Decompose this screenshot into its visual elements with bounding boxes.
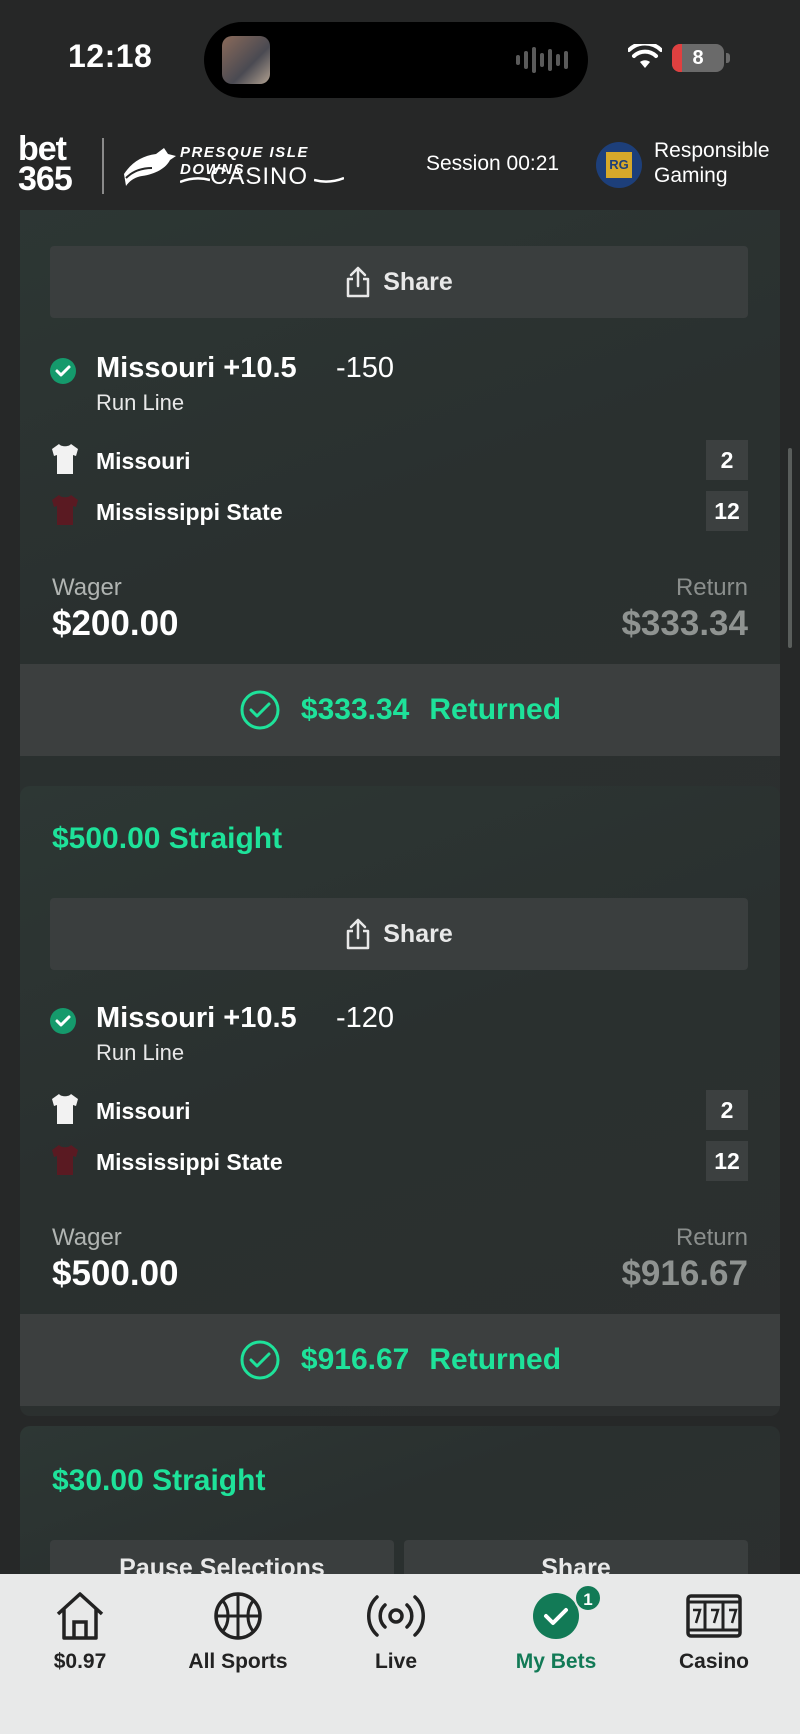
- nav-all-sports[interactable]: All Sports: [158, 1586, 318, 1686]
- jersey-icon: [52, 1094, 78, 1124]
- bets-list[interactable]: Share Missouri +10.5 -150 Run Line Misso…: [0, 210, 800, 1574]
- media-thumbnail: [222, 36, 270, 84]
- selection-name: Missouri +10.5: [96, 352, 297, 384]
- check-icon: [50, 1008, 76, 1034]
- basketball-icon: [214, 1592, 262, 1640]
- battery-level: 8: [692, 47, 704, 69]
- logo-divider: [102, 138, 104, 194]
- battery-icon: 8: [672, 44, 724, 72]
- responsible-gaming-icon[interactable]: RG: [596, 142, 642, 188]
- share-button[interactable]: Share: [50, 898, 748, 970]
- team-name: Mississippi State: [96, 499, 283, 525]
- team-score: 12: [706, 491, 748, 531]
- jersey-icon: [52, 444, 78, 474]
- return-amount: $916.67: [621, 1254, 748, 1293]
- swoosh-right-icon: [314, 176, 344, 183]
- check-icon: [50, 358, 76, 384]
- nav-my-bets[interactable]: 1 My Bets: [476, 1584, 636, 1686]
- bet365-logo[interactable]: bet 365: [18, 132, 84, 196]
- app-header: bet 365 PRESQUE ISLE DOWNS CASINO Sessio…: [0, 120, 800, 210]
- share-button[interactable]: Share: [404, 1540, 748, 1574]
- return-label: Return: [675, 1224, 748, 1251]
- return-amount: $333.34: [621, 604, 748, 643]
- bet-card: $30.00 Straight Pause Selections Share: [20, 1426, 780, 1574]
- home-icon: [56, 1592, 104, 1640]
- bets-count-badge: 1: [574, 1584, 602, 1612]
- selection-name: Missouri +10.5: [96, 1002, 297, 1034]
- audio-wave-icon: [516, 46, 568, 74]
- share-icon: [347, 266, 370, 298]
- bet-card: $500.00 Straight Share Missouri +10.5 -1…: [20, 786, 780, 1416]
- return-label: Return: [675, 574, 748, 601]
- wager-amount: $200.00: [52, 604, 179, 643]
- dynamic-island: [204, 22, 588, 98]
- responsible-gaming-link[interactable]: Responsible Gaming: [654, 138, 800, 188]
- session-timer: Session 00:21: [426, 152, 560, 175]
- returned-status-bar: $916.67 Returned: [20, 1314, 780, 1406]
- team-score: 12: [706, 1141, 748, 1181]
- pause-selections-button[interactable]: Pause Selections: [50, 1540, 394, 1574]
- live-broadcast-icon: [367, 1595, 425, 1637]
- share-button[interactable]: Share: [50, 246, 748, 318]
- slot-machine-icon: [686, 1594, 742, 1638]
- team-name: Missouri: [96, 1098, 191, 1124]
- swoosh-left-icon: [180, 177, 210, 184]
- team-score: 2: [706, 440, 748, 480]
- wager-label: Wager: [52, 1224, 122, 1251]
- returned-amount: $916.67: [300, 1343, 410, 1376]
- returned-label: Returned: [429, 693, 562, 726]
- team-score: 2: [706, 1090, 748, 1130]
- returned-status-bar: $333.34 Returned: [20, 664, 780, 756]
- jersey-icon: [52, 495, 78, 525]
- team-name: Mississippi State: [96, 1149, 283, 1175]
- nav-casino[interactable]: Casino: [634, 1586, 794, 1686]
- nav-balance[interactable]: $0.97: [0, 1586, 160, 1686]
- selection-odds: -150: [336, 352, 395, 384]
- bet-title: $30.00 Straight: [52, 1464, 266, 1497]
- team-name: Missouri: [96, 448, 191, 474]
- scrollbar[interactable]: [788, 448, 792, 648]
- wifi-icon: [628, 44, 662, 68]
- selection-market: Run Line: [96, 1040, 185, 1065]
- bottom-nav: $0.97 All Sports Live 1 My Bets Casino: [0, 1574, 800, 1734]
- clock-time: 12:18: [68, 38, 153, 74]
- wager-label: Wager: [52, 574, 122, 601]
- casino-logo: PRESQUE ISLE DOWNS CASINO: [122, 140, 346, 196]
- returned-amount: $333.34: [300, 693, 410, 726]
- selection-market: Run Line: [96, 390, 185, 415]
- jersey-icon: [52, 1145, 78, 1175]
- horse-icon: [124, 148, 176, 186]
- status-bar: 12:18 8: [0, 0, 800, 120]
- check-circle-icon: [240, 690, 280, 730]
- wager-amount: $500.00: [52, 1254, 179, 1293]
- returned-label: Returned: [429, 1343, 562, 1376]
- check-circle-icon: [240, 1340, 280, 1380]
- selection-odds: -120: [336, 1002, 395, 1034]
- bet-title: $500.00 Straight: [52, 822, 283, 855]
- share-icon: [347, 918, 370, 950]
- nav-live[interactable]: Live: [316, 1586, 476, 1686]
